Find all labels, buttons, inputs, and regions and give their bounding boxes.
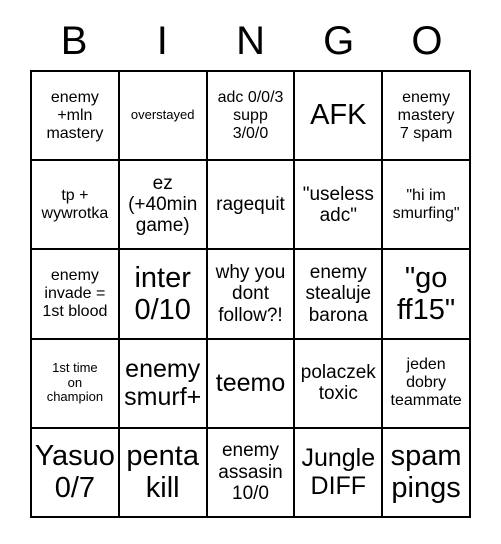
bingo-cell[interactable]: why you dont follow?! — [207, 250, 296, 340]
bingo-cell-text: Yasuo 0/7 — [34, 439, 115, 505]
header-letter-i: I — [156, 19, 168, 63]
bingo-cell[interactable]: AFK — [295, 72, 384, 162]
bingo-cell[interactable]: 1st time on champion — [32, 339, 120, 429]
bingo-cell[interactable]: "go ff15" — [383, 250, 471, 340]
bingo-cell-text: "hi im smurfing" — [392, 186, 460, 222]
bingo-cell-text: penta kill — [126, 439, 199, 505]
bingo-cell-text: enemy mastery 7 spam — [397, 88, 455, 142]
bingo-cell[interactable]: adc 0/0/3 supp 3/0/0 — [207, 72, 296, 162]
bingo-cell[interactable]: inter 0/10 — [119, 250, 208, 340]
bingo-cell[interactable]: spam pings — [383, 428, 471, 518]
bingo-cell-text: spam pings — [390, 439, 462, 505]
bingo-cell-text: teemo — [215, 369, 286, 398]
bingo-cell[interactable]: jeden dobry teammate — [383, 339, 471, 429]
bingo-cell[interactable]: enemy mastery 7 spam — [383, 72, 471, 162]
bingo-cell-text: adc 0/0/3 supp 3/0/0 — [217, 88, 284, 142]
bingo-cell-text: enemy smurf+ — [124, 355, 202, 412]
bingo-cell[interactable]: "useless adc" — [295, 161, 384, 251]
bingo-cell[interactable]: tp + wywrotka — [32, 161, 120, 251]
bingo-cell-text: jeden dobry teammate — [390, 356, 462, 410]
bingo-cell-text: polaczek toxic — [300, 361, 376, 405]
bingo-cell-text: 1st time on champion — [46, 360, 104, 405]
bingo-cell-text: overstayed — [130, 107, 195, 123]
header-letter-o: O — [411, 19, 443, 63]
bingo-cell-text: tp + wywrotka — [41, 186, 109, 222]
bingo-cell-text: enemy stealuje barona — [305, 262, 372, 326]
bingo-cell-text: "go ff15" — [397, 261, 456, 326]
bingo-card: B I N G O enemy +mln mastery overstayed … — [0, 0, 501, 544]
bingo-cell[interactable]: "hi im smurfing" — [383, 161, 471, 251]
bingo-cell[interactable]: Yasuo 0/7 — [32, 428, 120, 518]
bingo-grid: enemy +mln mastery overstayed adc 0/0/3 … — [30, 70, 471, 518]
header-letter-n: N — [236, 19, 265, 63]
bingo-cell-text: why you dont follow?! — [215, 262, 286, 326]
bingo-header: B I N G O — [30, 12, 471, 70]
bingo-cell-text: AFK — [310, 99, 367, 132]
header-letter-g: G — [323, 19, 355, 63]
bingo-cell-text: enemy +mln mastery — [46, 88, 104, 142]
bingo-cell[interactable]: enemy stealuje barona — [295, 250, 384, 340]
bingo-cell-text: Jungle DIFF — [301, 444, 376, 501]
bingo-cell[interactable]: overstayed — [119, 72, 208, 162]
header-letter-b: B — [60, 19, 88, 63]
bingo-cell-text: enemy invade = 1st blood — [42, 267, 108, 320]
bingo-cell[interactable]: enemy smurf+ — [119, 339, 208, 429]
bingo-cell[interactable]: ez (+40min game) — [119, 161, 208, 251]
bingo-cell-text: enemy assasin 10/0 — [218, 440, 283, 505]
bingo-cell[interactable]: polaczek toxic — [295, 339, 384, 429]
bingo-cell[interactable]: Jungle DIFF — [295, 428, 384, 518]
bingo-cell[interactable]: enemy assasin 10/0 — [207, 428, 296, 518]
bingo-cell[interactable]: teemo — [207, 339, 296, 429]
bingo-cell[interactable]: enemy invade = 1st blood — [32, 250, 120, 340]
bingo-cell-text: ragequit — [216, 194, 285, 216]
bingo-cell[interactable]: enemy +mln mastery — [32, 72, 120, 162]
bingo-cell[interactable]: penta kill — [119, 428, 208, 518]
bingo-cell-text: "useless adc" — [302, 183, 374, 226]
bingo-cell[interactable]: ragequit — [207, 161, 296, 251]
bingo-cell-text: ez (+40min game) — [128, 172, 198, 237]
bingo-cell-text: inter 0/10 — [134, 261, 191, 326]
